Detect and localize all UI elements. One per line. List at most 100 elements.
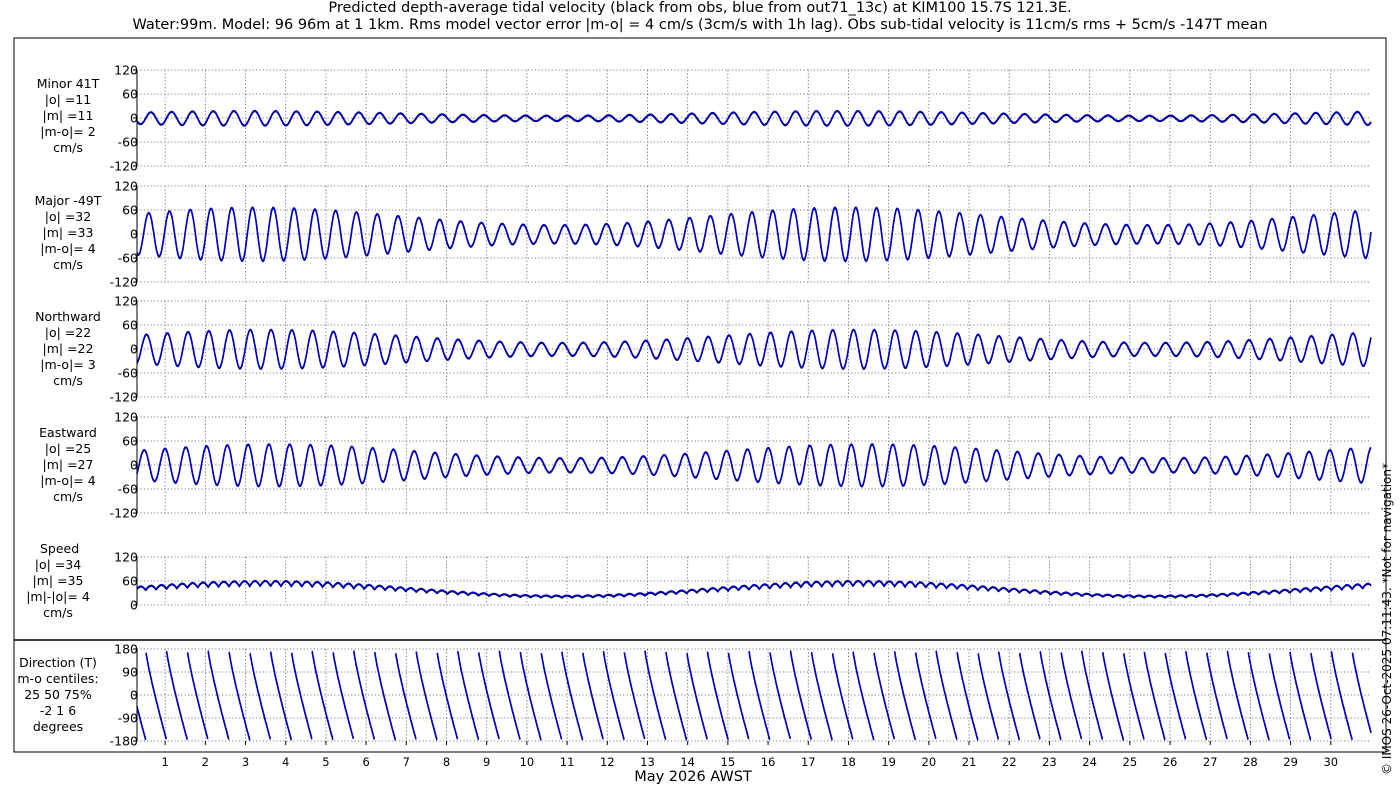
imos-credit: © IMOS 26-Oct-2025 07:11:43. *Not for na… <box>1380 463 1394 775</box>
y-tick-label: 60 <box>122 203 138 218</box>
model-series-speed <box>136 579 1372 599</box>
y-tick-label: -120 <box>110 506 138 521</box>
panel-label-line: cm/s <box>53 140 83 155</box>
x-tick-label: 8 <box>443 755 450 769</box>
tidal-velocity-chart: 120600-60-120120600-60-120120600-60-1201… <box>13 37 1387 769</box>
panel-label-north: Northward |o| =22 |m| =22 |m-o|= 3 cm/s <box>18 309 118 389</box>
panel-label-line: Speed <box>40 541 80 556</box>
x-tick-label: 9 <box>483 755 490 769</box>
y-tick-label: 120 <box>114 550 138 565</box>
panel-label-line: |m-o|= 3 <box>40 357 96 372</box>
panel-label-line: 25 50 75% <box>24 687 92 702</box>
x-tick-label: 6 <box>362 755 369 769</box>
y-tick-label: 120 <box>114 410 138 425</box>
panel-major: 120600-60-120 <box>110 179 1372 290</box>
panel-label-line: |m-o|= 4 <box>40 473 96 488</box>
obs-series-north <box>136 329 1372 370</box>
panel-label-line: cm/s <box>43 605 73 620</box>
x-tick-label: 27 <box>1203 755 1218 769</box>
panel-label-line: m-o centiles: <box>17 671 99 686</box>
panel-label-line: degrees <box>32 719 84 734</box>
figure-frame <box>13 37 1387 753</box>
x-tick-label: 26 <box>1163 755 1178 769</box>
y-tick-label: 120 <box>114 179 138 194</box>
panel-label-line: |o| =32 <box>44 209 92 224</box>
panel-label-line: |m|-|o|= 4 <box>26 589 90 604</box>
y-tick-label: -60 <box>118 251 138 266</box>
model-series-direction <box>136 650 1372 740</box>
y-tick-label: 60 <box>122 434 138 449</box>
model-series-east <box>136 443 1372 487</box>
obs-series-east <box>136 444 1372 488</box>
x-tick-label: 11 <box>560 755 575 769</box>
x-tick-label: 3 <box>242 755 249 769</box>
x-tick-label: 5 <box>322 755 329 769</box>
panel-label-line: Eastward <box>39 425 97 440</box>
panel-label-line: |m-o|= 4 <box>40 241 96 256</box>
y-tick-label: -120 <box>110 159 138 174</box>
x-tick-label: 30 <box>1323 755 1338 769</box>
y-tick-label: 60 <box>122 87 138 102</box>
panel-label-east: Eastward |o| =25 |m| =27 |m-o|= 4 cm/s <box>18 425 118 505</box>
panel-label-line: |m-o|= 2 <box>40 124 96 139</box>
y-tick-label: -60 <box>118 135 138 150</box>
obs-series-speed <box>136 580 1372 599</box>
x-axis-label: May 2026 AWST <box>634 769 752 785</box>
x-tick-label: 21 <box>962 755 977 769</box>
x-tick-label: 10 <box>520 755 535 769</box>
panel-direction: 180900-90-180 <box>110 642 1372 749</box>
panel-north: 120600-60-120 <box>110 294 1372 405</box>
x-tick-label: 25 <box>1123 755 1138 769</box>
panel-label-line: Northward <box>35 309 101 324</box>
x-tick-label: 14 <box>680 755 695 769</box>
x-tick-label: 22 <box>1002 755 1017 769</box>
panel-label-line: |o| =25 <box>44 441 92 456</box>
x-tick-label: 4 <box>282 755 289 769</box>
x-tick-label: 24 <box>1082 755 1097 769</box>
x-tick-label: 19 <box>881 755 896 769</box>
panel-label-line: Direction (T) <box>19 655 97 670</box>
x-tick-label: 18 <box>841 755 856 769</box>
x-tick-label: 7 <box>403 755 410 769</box>
panel-label-line: |o| =11 <box>44 92 92 107</box>
model-series-major <box>136 206 1372 262</box>
panel-label-line: |m| =33 <box>42 225 94 240</box>
model-series-north <box>136 328 1372 370</box>
y-tick-label: 180 <box>114 642 138 657</box>
x-tick-label: 20 <box>922 755 937 769</box>
panel-label-major: Major -49T |o| =32 |m| =33 |m-o|= 4 cm/s <box>18 193 118 273</box>
y-tick-label: -60 <box>118 482 138 497</box>
y-tick-label: -120 <box>110 275 138 290</box>
y-tick-label: 60 <box>122 574 138 589</box>
panel-east: 120600-60-120 <box>110 410 1372 521</box>
panel-label-line: |m| =35 <box>32 573 84 588</box>
y-tick-label: 120 <box>114 294 138 309</box>
panel-label-minor: Minor 41T |o| =11 |m| =11 |m-o|= 2 cm/s <box>18 76 118 156</box>
panel-label-line: |m| =22 <box>42 341 94 356</box>
x-tick-label: 2 <box>202 755 209 769</box>
x-tick-label: 15 <box>721 755 736 769</box>
panel-label-line: |o| =22 <box>44 325 92 340</box>
x-tick-label: 29 <box>1283 755 1298 769</box>
x-tick-label: 23 <box>1042 755 1057 769</box>
panel-label-speed: Speed |o| =34 |m| =35 |m|-|o|= 4 cm/s <box>8 541 108 621</box>
x-tick-label: 13 <box>640 755 655 769</box>
panel-minor: 120600-60-120 <box>110 63 1372 174</box>
panel-label-line: Minor 41T <box>36 76 100 91</box>
panel-label-line: cm/s <box>53 489 83 504</box>
panel-label-line: |m| =27 <box>42 457 94 472</box>
x-tick-label: 12 <box>600 755 615 769</box>
y-tick-label: 60 <box>122 318 138 333</box>
x-tick-label: 16 <box>761 755 776 769</box>
panel-speed: 120600 <box>114 550 1372 613</box>
y-tick-label: -180 <box>110 734 138 749</box>
panel-label-line: Major -49T <box>34 193 102 208</box>
panel-label-line: |o| =34 <box>34 557 82 572</box>
panel-label-line: |m| =11 <box>42 108 94 123</box>
panel-label-line: -2 1 6 <box>39 703 77 718</box>
panel-label-direction: Direction (T) m-o centiles: 25 50 75% -2… <box>8 655 108 735</box>
x-tick-label: 17 <box>801 755 816 769</box>
y-tick-label: -120 <box>110 390 138 405</box>
panel-label-line: cm/s <box>53 373 83 388</box>
x-tick-label: 28 <box>1243 755 1258 769</box>
